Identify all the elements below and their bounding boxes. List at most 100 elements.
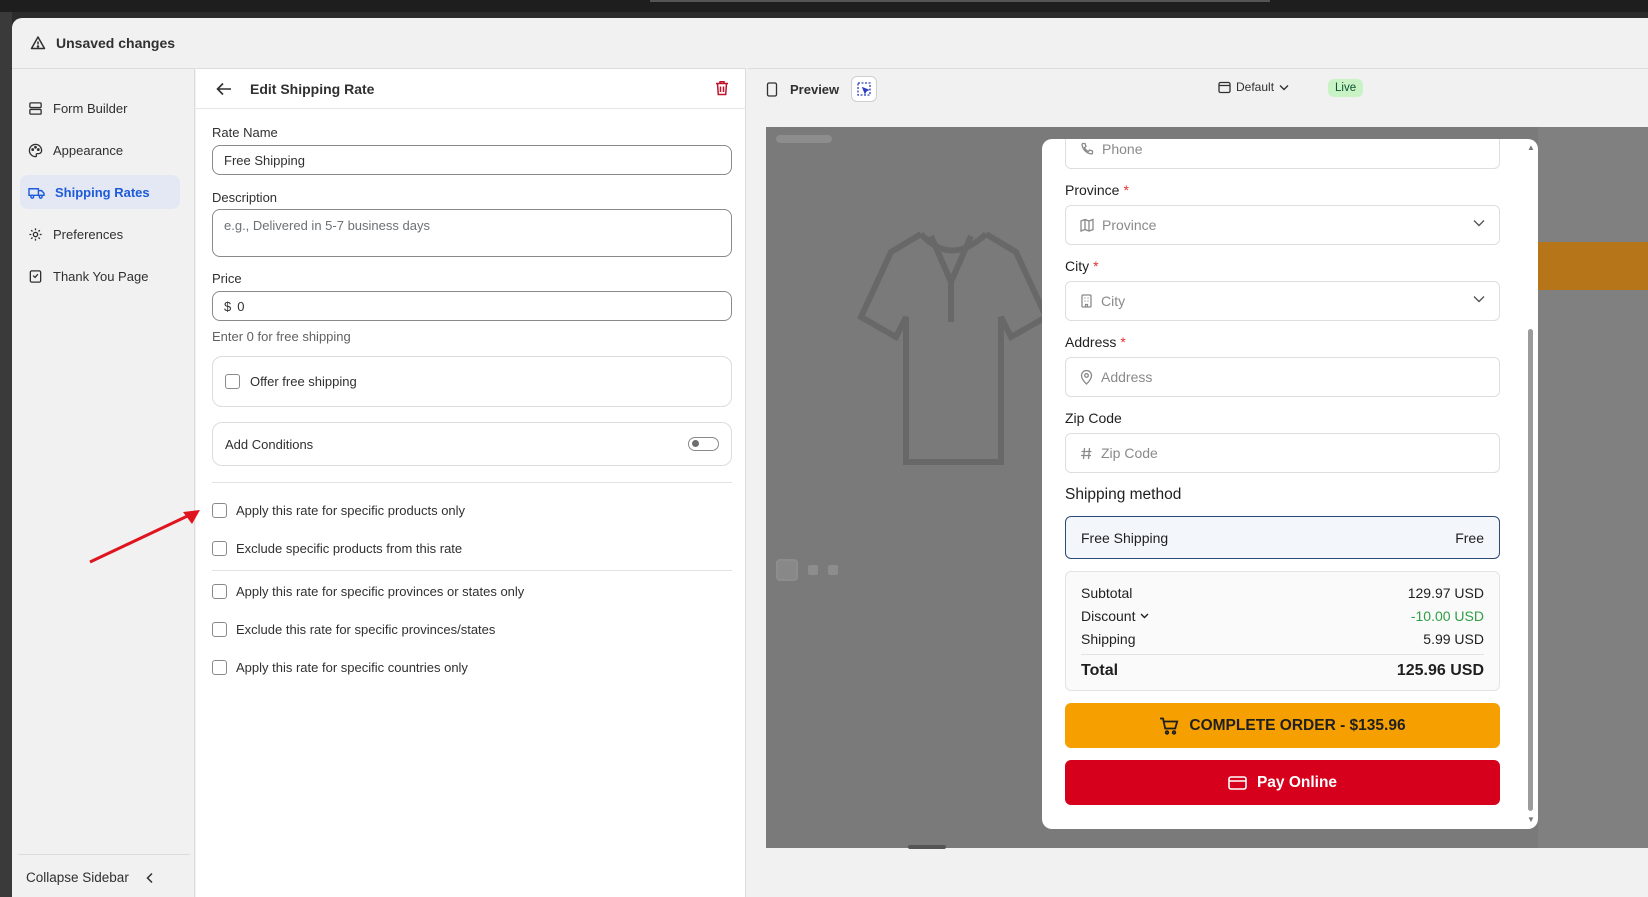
option-checkbox[interactable] [212, 622, 227, 637]
discount-row[interactable]: Discount -10.00 USD [1081, 608, 1484, 624]
edit-shipping-rate-panel: Edit Shipping Rate Rate Name Free Shippi… [196, 68, 746, 897]
add-conditions-card: Add Conditions [212, 422, 732, 466]
sidebar-item-appearance[interactable]: Appearance [20, 133, 180, 167]
rate-name-field[interactable]: Free Shipping [212, 145, 732, 175]
chevron-down-icon [1473, 295, 1485, 303]
city-placeholder: City [1101, 293, 1126, 309]
tshirt-image [857, 231, 1050, 465]
inspect-button[interactable] [851, 76, 878, 102]
offer-free-shipping-checkbox[interactable] [225, 374, 240, 389]
pay-online-label: Pay Online [1256, 773, 1338, 791]
complete-order-button[interactable]: COMPLETE ORDER - $135.96 [1065, 703, 1500, 748]
divider [212, 570, 732, 571]
sidebar-item-form-builder[interactable]: Form Builder [20, 91, 180, 125]
blurred-right-pane [1538, 127, 1648, 848]
option-exclude-products[interactable]: Exclude specific products from this rate [212, 541, 462, 556]
option-specific-countries[interactable]: Apply this rate for specific countries o… [212, 660, 468, 675]
form-icon [28, 101, 43, 116]
scrollbar-thumb[interactable] [1528, 329, 1533, 811]
preview-header: Preview [748, 69, 1648, 109]
delete-icon[interactable] [715, 80, 729, 96]
option-exclude-provinces[interactable]: Exclude this rate for specific provinces… [212, 622, 495, 637]
pay-online-button[interactable]: Pay Online [1065, 760, 1500, 805]
page-title: Edit Shipping Rate [250, 80, 375, 97]
shipping-option-price: Free [1455, 529, 1484, 546]
total-row: Total 125.96 USD [1081, 662, 1484, 680]
collapse-sidebar-label: Collapse Sidebar [26, 870, 129, 885]
province-select[interactable]: Province [1065, 205, 1500, 245]
sidebar-item-label: Form Builder [53, 100, 128, 116]
option-checkbox[interactable] [212, 503, 227, 518]
collapse-sidebar-button[interactable]: Collapse Sidebar [26, 870, 155, 885]
discount-label-group: Discount [1081, 608, 1149, 624]
mobile-device-icon[interactable] [766, 81, 778, 97]
subtotal-value: 129.97 USD [1407, 585, 1484, 601]
sidebar-item-label: Appearance [53, 142, 124, 158]
device-select[interactable]: Default [1218, 80, 1289, 94]
address-label: Address * [1065, 334, 1126, 350]
annotation-arrow [89, 510, 200, 564]
back-arrow-icon[interactable] [216, 82, 232, 96]
phone-icon [1080, 142, 1094, 156]
phone-input[interactable]: Phone [1065, 139, 1500, 169]
sidebar-item-preferences[interactable]: Preferences [20, 217, 180, 251]
chevron-down-icon [1279, 84, 1289, 91]
sidebar: Form Builder Appearance Shipping Rates P… [12, 68, 195, 897]
discount-label: Discount [1081, 608, 1136, 624]
checkout-form-modal: Phone Province * Province City * City Addr… [1042, 139, 1538, 829]
sidebar-item-label: Shipping Rates [55, 184, 150, 200]
option-checkbox[interactable] [212, 541, 227, 556]
summary-divider [1081, 654, 1484, 655]
blurred-header [776, 135, 832, 143]
zip-code-input[interactable]: Zip Code [1065, 433, 1500, 473]
building-icon [1080, 294, 1093, 308]
home-indicator [908, 845, 946, 849]
address-input[interactable]: Address [1065, 357, 1500, 397]
live-badge: Live [1328, 79, 1364, 97]
shipping-option-free[interactable]: Free Shipping Free [1065, 516, 1500, 559]
scroll-up-arrow[interactable]: ▲ [1527, 143, 1535, 152]
preview-title: Preview [790, 81, 840, 97]
sidebar-item-shipping-rates[interactable]: Shipping Rates [20, 175, 180, 209]
discount-value: -10.00 USD [1410, 608, 1484, 624]
divider [212, 482, 732, 483]
option-label: Apply this rate for specific products on… [236, 503, 466, 518]
option-checkbox[interactable] [212, 584, 227, 599]
province-placeholder: Province [1102, 217, 1157, 233]
image-thumbnails [776, 559, 838, 581]
location-pin-icon [1080, 369, 1093, 385]
option-label: Exclude this rate for specific provinces… [236, 622, 496, 637]
truck-icon [28, 185, 45, 200]
shipping-method-title: Shipping method [1065, 486, 1182, 503]
sidebar-item-label: Thank You Page [53, 268, 149, 284]
offer-free-shipping-card[interactable]: Offer free shipping [212, 356, 732, 407]
map-icon [1080, 218, 1094, 232]
unsaved-changes-title: Unsaved changes [56, 35, 176, 51]
shipping-label: Shipping [1081, 631, 1136, 647]
scroll-down-arrow[interactable]: ▼ [1527, 815, 1535, 824]
price-prefix: $ [224, 298, 232, 314]
option-specific-provinces[interactable]: Apply this rate for specific provinces o… [212, 584, 524, 599]
gear-icon [28, 227, 43, 242]
price-field[interactable]: $ 0 [212, 291, 732, 321]
add-conditions-toggle[interactable] [688, 437, 719, 451]
total-label: Total [1081, 662, 1119, 679]
warning-icon [30, 35, 46, 51]
city-select[interactable]: City [1065, 281, 1500, 321]
window-left-edge [0, 12, 12, 897]
description-field[interactable]: e.g., Delivered in 5-7 business days [212, 209, 732, 257]
option-label: Exclude specific products from this rate [236, 541, 463, 556]
option-specific-products[interactable]: Apply this rate for specific products on… [212, 503, 465, 518]
chevron-down-icon [1473, 219, 1485, 227]
add-conditions-label: Add Conditions [225, 436, 314, 452]
option-label: Apply this rate for specific countries o… [236, 660, 468, 675]
option-checkbox[interactable] [212, 660, 227, 675]
device-select-value: Default [1236, 80, 1275, 94]
phone-placeholder: Phone [1102, 141, 1143, 157]
order-summary: Subtotal 129.97 USD Discount -10.00 USD … [1065, 571, 1500, 691]
window-top-strip [0, 0, 1648, 12]
sidebar-item-thank-you-page[interactable]: Thank You Page [20, 259, 180, 293]
rate-name-value: Free Shipping [224, 152, 305, 168]
address-placeholder: Address [1101, 369, 1153, 385]
subtotal-label: Subtotal [1081, 585, 1133, 601]
